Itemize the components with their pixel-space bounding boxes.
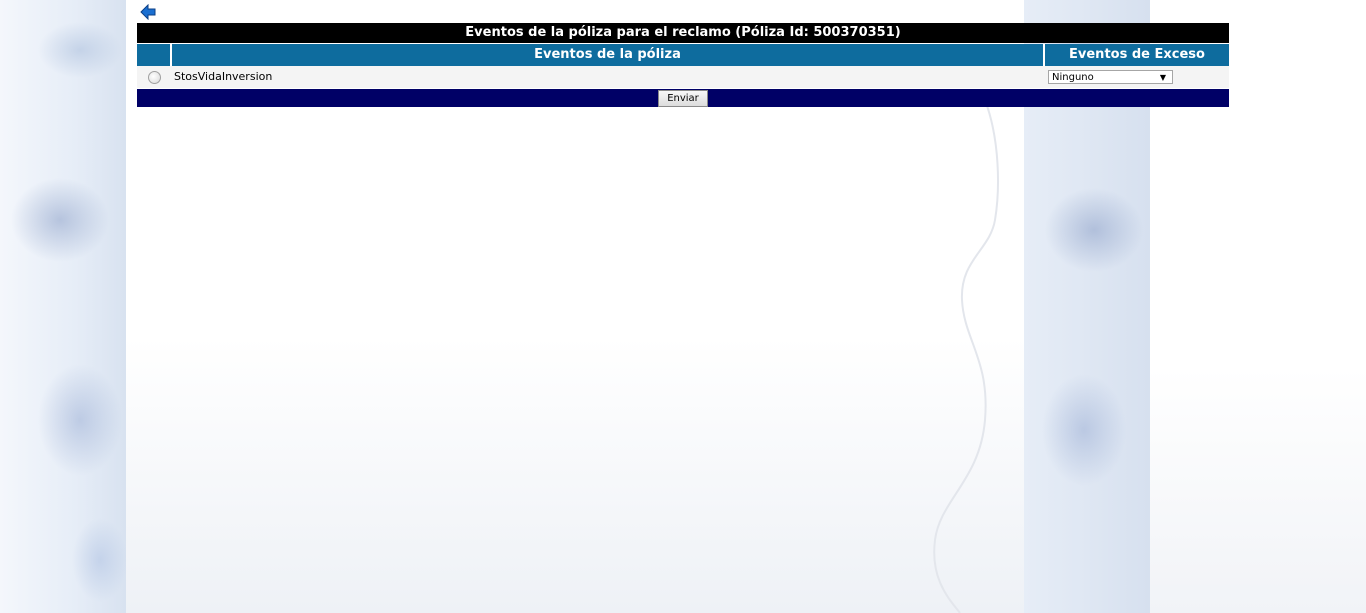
column-header-excess: Eventos de Exceso <box>1045 44 1229 66</box>
chevron-down-icon: ▼ <box>1159 73 1166 82</box>
table-row: StosVidaInversion Ninguno ▼ <box>137 66 1229 89</box>
excess-select-cell: Ninguno ▼ <box>1045 66 1229 88</box>
column-header-select <box>137 44 172 66</box>
table-footer: Enviar <box>137 89 1229 107</box>
background-left-decoration <box>0 0 126 613</box>
row-select-cell <box>137 66 172 88</box>
column-header-events: Eventos de la póliza <box>172 44 1045 66</box>
event-radio-button[interactable] <box>148 70 161 84</box>
event-name: StosVidaInversion <box>174 70 273 83</box>
background-curve <box>933 100 999 613</box>
table-header: Eventos de la póliza Eventos de Exceso <box>137 44 1229 66</box>
panel-title: Eventos de la póliza para el reclamo (Pó… <box>137 23 1229 43</box>
excess-events-select[interactable]: Ninguno ▼ <box>1048 70 1173 84</box>
submit-button[interactable]: Enviar <box>658 89 708 107</box>
policy-events-panel: Eventos de la póliza para el reclamo (Pó… <box>137 23 1229 107</box>
excess-select-value: Ninguno <box>1052 72 1094 83</box>
back-arrow-icon[interactable] <box>140 3 156 21</box>
